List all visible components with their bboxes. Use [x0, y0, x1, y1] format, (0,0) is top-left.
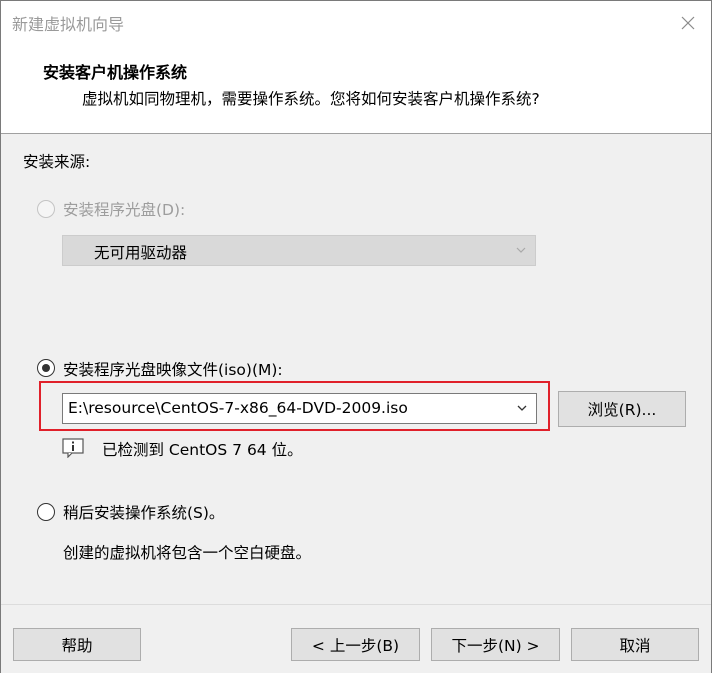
- page-subtitle: 虚拟机如同物理机，需要操作系统。您将如何安装客户机操作系统?: [82, 90, 540, 108]
- title-bar: 新建虚拟机向导: [1, 1, 711, 45]
- new-vm-wizard-window: 新建虚拟机向导 安装客户机操作系统 虚拟机如同物理机，需要操作系统。您将如何安装…: [0, 0, 712, 673]
- iso-path-combobox[interactable]: E:\resource\CentOS-7-x86_64-DVD-2009.iso: [62, 393, 537, 424]
- back-button[interactable]: < 上一步(B): [291, 628, 420, 661]
- page-title: 安装客户机操作系统: [43, 63, 188, 82]
- install-later-description: 创建的虚拟机将包含一个空白硬盘。: [63, 544, 312, 562]
- cancel-button[interactable]: 取消: [571, 628, 699, 661]
- install-later-radio[interactable]: [37, 503, 55, 521]
- wizard-header: 安装客户机操作系统 虚拟机如同物理机，需要操作系统。您将如何安装客户机操作系统?: [1, 45, 711, 135]
- chevron-down-icon: [516, 247, 526, 253]
- browse-button[interactable]: 浏览(R)...: [558, 391, 686, 427]
- info-icon: [62, 438, 84, 458]
- iso-radio[interactable]: [37, 359, 55, 377]
- iso-radio-label: 安装程序光盘映像文件(iso)(M):: [63, 361, 283, 379]
- disc-radio-label: 安装程序光盘(D):: [63, 201, 186, 219]
- chevron-down-icon[interactable]: [516, 402, 528, 414]
- window-title: 新建虚拟机向导: [12, 15, 125, 34]
- disc-drive-select[interactable]: 无可用驱动器: [62, 235, 536, 266]
- disc-drive-select-value: 无可用驱动器: [94, 244, 188, 262]
- next-button[interactable]: 下一步(N) >: [431, 628, 560, 661]
- install-source-label: 安装来源:: [23, 153, 91, 171]
- close-button[interactable]: [665, 1, 711, 45]
- iso-path-value: E:\resource\CentOS-7-x86_64-DVD-2009.iso: [68, 399, 408, 417]
- detection-status-text: 已检测到 CentOS 7 64 位。: [102, 441, 303, 459]
- close-icon: [681, 16, 695, 30]
- disc-radio[interactable]: [37, 200, 55, 218]
- install-later-radio-label: 稍后安装操作系统(S)。: [63, 504, 225, 522]
- help-button[interactable]: 帮助: [13, 628, 141, 661]
- radio-selected-dot: [41, 363, 50, 372]
